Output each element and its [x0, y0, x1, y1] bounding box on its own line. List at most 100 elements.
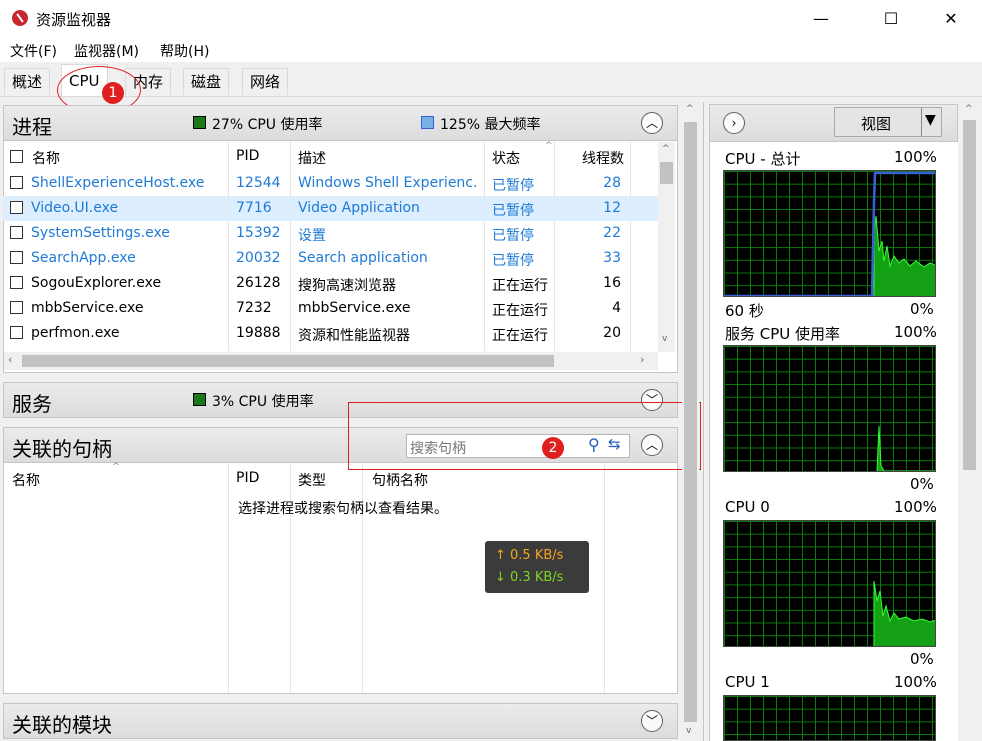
process-threads: 4 [612, 300, 621, 316]
processes-vscrollbar[interactable]: ^ v [658, 142, 675, 352]
handles-col-pid[interactable]: PID [236, 470, 259, 486]
row-checkbox[interactable] [10, 201, 23, 214]
graph-cpu-total-time: 60 秒 [725, 302, 764, 320]
processes-collapse-button[interactable]: ︿ [641, 112, 663, 134]
process-description: 搜狗高速浏览器 [298, 278, 396, 294]
cpu-usage-legend [193, 116, 206, 129]
annotation-rectangle [348, 402, 701, 470]
graph-cpu0-min: 0% [910, 650, 934, 668]
graph-services [723, 345, 936, 472]
col-name[interactable]: 名称 [32, 148, 60, 168]
col-threads[interactable]: 线程数 [582, 148, 624, 168]
col-status[interactable]: 状态 [492, 148, 520, 168]
minimize-button[interactable]: — [798, 0, 844, 38]
process-pid: 20032 [236, 250, 281, 266]
process-threads: 20 [603, 325, 621, 341]
table-row[interactable]: Video.UI.exe 7716 Video Application 已暂停 12 [3, 196, 658, 221]
handles-title: 关联的句柄 [12, 437, 112, 461]
menu-file[interactable]: 文件(F) [10, 41, 57, 61]
col-description[interactable]: 描述 [298, 148, 326, 168]
view-label: 视图 [861, 115, 892, 133]
process-status: 已暂停 [492, 178, 534, 194]
process-name: SearchApp.exe [31, 250, 136, 266]
handles-col-name[interactable]: 名称 [12, 470, 40, 490]
graph-cpu-total-title: CPU - 总计 [725, 150, 801, 168]
graph-cpu1 [723, 695, 936, 741]
download-speed: ↓ 0.3 KB/s [495, 570, 564, 585]
process-description: Search application [298, 250, 428, 266]
processes-header[interactable]: 进程 27% CPU 使用率 125% 最大频率 ︿ [3, 105, 678, 141]
table-row[interactable]: SystemSettings.exe 15392 设置 已暂停 22 [3, 221, 658, 246]
row-checkbox[interactable] [10, 326, 23, 339]
processes-max-freq: 125% 最大频率 [440, 117, 541, 133]
process-name: ShellExperienceHost.exe [31, 175, 205, 191]
process-pid: 26128 [236, 275, 281, 291]
table-row[interactable]: perfmon.exe 19888 资源和性能监视器 正在运行 20 [3, 321, 658, 346]
row-checkbox[interactable] [10, 251, 23, 264]
maximize-button[interactable]: ☐ [868, 0, 914, 38]
modules-header[interactable]: 关联的模块 ﹀ [3, 703, 678, 739]
view-dropdown[interactable]: 视图 ▼ [834, 107, 942, 137]
graphs-scrollbar[interactable]: ^ [961, 102, 978, 741]
collapse-right-panel-button[interactable]: › [723, 112, 745, 134]
title-bar: 资源监视器 — ☐ ✕ [0, 0, 982, 38]
graph-cpu-total-min: 0% [910, 300, 934, 318]
process-description: Windows Shell Experienc... [298, 175, 476, 191]
graph-cpu0-title: CPU 0 [725, 498, 770, 516]
process-description: 资源和性能监视器 [298, 328, 410, 344]
process-name: perfmon.exe [31, 325, 120, 341]
handles-col-handle-name[interactable]: 句柄名称 [372, 470, 428, 490]
row-checkbox[interactable] [10, 301, 23, 314]
graph-cpu0-max: 100% [894, 498, 937, 516]
resource-monitor-icon [12, 10, 28, 26]
graph-cpu0-plot [873, 580, 935, 646]
process-pid: 7716 [236, 200, 272, 216]
close-button[interactable]: ✕ [928, 0, 974, 38]
modules-title: 关联的模块 [12, 713, 112, 737]
processes-cpu-usage: 27% CPU 使用率 [212, 117, 323, 133]
processes-title: 进程 [12, 115, 52, 139]
row-checkbox[interactable] [10, 276, 23, 289]
process-threads: 22 [603, 225, 621, 241]
handles-empty-message: 选择进程或搜索句柄以查看结果。 [238, 501, 448, 517]
menu-help[interactable]: 帮助(H) [160, 41, 209, 61]
graph-cpu1-title: CPU 1 [725, 673, 770, 691]
process-name: mbbService.exe [31, 300, 144, 316]
tab-disk[interactable]: 磁盘 [183, 68, 230, 95]
process-description: Video Application [298, 200, 420, 216]
process-pid: 15392 [236, 225, 281, 241]
graph-services-plot [876, 425, 935, 471]
handles-col-type[interactable]: 类型 [298, 470, 326, 490]
table-row[interactable]: SearchApp.exe 20032 Search application 已暂停 3… [3, 246, 658, 271]
col-pid[interactable]: PID [236, 148, 259, 164]
row-checkbox[interactable] [10, 176, 23, 189]
graph-services-min: 0% [910, 475, 934, 493]
tab-overview[interactable]: 概述 [4, 68, 51, 95]
process-description: mbbService.exe [298, 300, 411, 316]
table-row[interactable]: mbbService.exe 7232 mbbService.exe 正在运行 4 [3, 296, 658, 321]
process-description: 设置 [298, 228, 326, 244]
graph-cpu0 [723, 520, 936, 647]
modules-expand-button[interactable]: ﹀ [641, 710, 663, 732]
menu-monitor[interactable]: 监视器(M) [74, 41, 139, 61]
annotation-marker-1: 1 [102, 82, 124, 104]
graph-cpu-total [723, 170, 936, 297]
process-threads: 12 [603, 200, 621, 216]
process-name: Video.UI.exe [31, 200, 119, 216]
process-name: SystemSettings.exe [31, 225, 170, 241]
max-freq-legend [421, 116, 434, 129]
table-row[interactable]: ShellExperienceHost.exe 12544 Windows Shel… [3, 171, 658, 196]
process-status: 已暂停 [492, 228, 534, 244]
graph-cpu-total-max: 100% [894, 148, 937, 166]
tab-network[interactable]: 网络 [242, 68, 289, 95]
row-checkbox[interactable] [10, 226, 23, 239]
network-speed-widget: ↑ 0.5 KB/s ↓ 0.3 KB/s [485, 541, 589, 593]
select-all-checkbox[interactable] [10, 150, 23, 163]
process-threads: 28 [603, 175, 621, 191]
services-cpu-usage: 3% CPU 使用率 [212, 394, 314, 410]
left-pane-scrollbar[interactable]: ^ v [682, 102, 699, 741]
processes-hscrollbar[interactable]: ‹ › [4, 352, 658, 370]
chevron-down-icon: ▼ [925, 112, 936, 128]
window-title: 资源监视器 [36, 11, 112, 29]
table-row[interactable]: SogouExplorer.exe 26128 搜狗高速浏览器 正在运行 16 [3, 271, 658, 296]
